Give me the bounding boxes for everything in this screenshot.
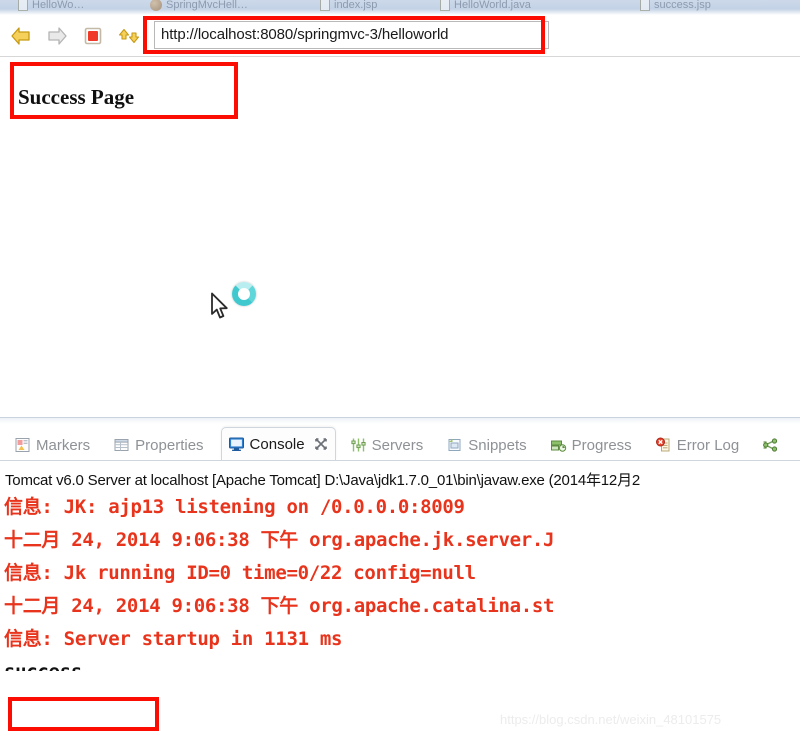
tab-label: Markers <box>36 436 91 454</box>
error-log-icon <box>655 437 670 452</box>
editor-tab-label: HelloWo… <box>32 0 85 11</box>
file-icon <box>440 0 450 11</box>
console-line: 信息: Jk running ID=0 time=0/22 config=nul… <box>4 562 476 584</box>
screenshot-root: HelloWo… SpringMvcHell… index.jsp HelloW… <box>0 0 800 739</box>
tab-label: Properties <box>135 436 204 454</box>
tab-progress[interactable]: Progress <box>544 430 639 460</box>
forward-arrow-icon <box>48 26 67 45</box>
markers-icon <box>15 438 30 452</box>
editor-tab-success-jsp[interactable]: success.jsp <box>640 0 711 14</box>
stop-button[interactable] <box>78 21 108 51</box>
console-icon <box>228 437 244 451</box>
editor-tab-label: success.jsp <box>654 0 711 11</box>
mouse-pointer-icon <box>211 292 228 319</box>
tab-servers[interactable]: Servers <box>344 430 431 460</box>
tab-console[interactable]: Console <box>220 427 336 460</box>
stop-icon <box>84 27 102 44</box>
console-output[interactable]: 信息: JK: ajp13 listening on /0.0.0.0:8009… <box>4 491 800 671</box>
console-line: 信息: Server startup in 1131 ms <box>4 628 343 650</box>
url-input[interactable]: http://localhost:8080/springmvc-3/hellow… <box>154 20 549 49</box>
servers-icon <box>350 438 366 452</box>
busy-spinner-icon <box>232 282 256 306</box>
editor-tab-helloworld[interactable]: HelloWo… <box>18 0 84 14</box>
browser-toolbar: http://localhost:8080/springmvc-3/hellow… <box>0 15 800 57</box>
editor-tab-strip: HelloWo… SpringMvcHell… index.jsp HelloW… <box>0 0 800 15</box>
url-bar-wrapper: http://localhost:8080/springmvc-3/hellow… <box>154 20 792 51</box>
file-icon <box>18 0 28 11</box>
view-tab-separator <box>0 460 800 461</box>
editor-tab-label: SpringMvcHell… <box>166 0 248 11</box>
browser-page-viewport: Success Page <box>0 57 800 417</box>
console-output-success: success <box>4 656 800 671</box>
tab-label: Error Log <box>676 436 740 454</box>
loading-cursor <box>210 282 270 327</box>
console-line: 十二月 24, 2014 9:06:38 下午 org.apache.catal… <box>4 595 555 617</box>
spring-bean-icon <box>150 0 162 11</box>
refresh-button[interactable] <box>114 21 144 51</box>
console-line: 信息: JK: ajp13 listening on /0.0.0.0:8009 <box>4 496 465 518</box>
progress-icon <box>550 440 566 452</box>
editor-tab-index-jsp[interactable]: index.jsp <box>320 0 377 14</box>
tab-properties[interactable]: Properties <box>107 430 210 460</box>
tab-data-source-explorer[interactable] <box>756 430 791 460</box>
properties-icon <box>114 439 129 451</box>
page-heading: Success Page <box>18 85 135 109</box>
tab-label: Progress <box>571 436 632 454</box>
watermark: https://blog.csdn.net/weixin_48101575 <box>500 712 722 727</box>
file-icon <box>320 0 330 11</box>
tab-markers[interactable]: Markers <box>8 430 97 460</box>
tab-label: Servers <box>371 436 424 454</box>
snippets-icon <box>448 439 461 451</box>
editor-tab-label: index.jsp <box>334 0 378 11</box>
tab-snippets[interactable]: Snippets <box>440 430 533 460</box>
console-line: 十二月 24, 2014 9:06:38 下午 org.apache.jk.se… <box>4 529 555 551</box>
editor-tab-label: HelloWorld.java <box>454 0 531 11</box>
file-icon <box>640 0 650 11</box>
close-icon[interactable] <box>314 437 328 451</box>
url-text: http://localhost:8080/springmvc-3/hellow… <box>161 26 449 43</box>
editor-tab-helloworld-java[interactable]: HelloWorld.java <box>440 0 531 14</box>
tab-label: Snippets <box>468 436 527 454</box>
refresh-icon <box>118 28 140 43</box>
bottom-views-panel: Markers Properties Console Servers Snipp… <box>0 417 800 739</box>
back-arrow-icon <box>11 26 30 45</box>
back-button[interactable] <box>6 21 36 51</box>
panel-top-divider <box>0 417 800 424</box>
forward-button[interactable] <box>42 21 72 51</box>
tab-error-log[interactable]: Error Log <box>649 430 747 460</box>
console-launch-header: Tomcat v6.0 Server at localhost [Apache … <box>5 472 641 489</box>
editor-tab-springmvc-config[interactable]: SpringMvcHell… <box>150 0 248 14</box>
tab-label: Console <box>249 435 305 453</box>
view-tab-bar: Markers Properties Console Servers Snipp… <box>0 424 800 460</box>
data-source-explorer-icon <box>763 438 778 452</box>
